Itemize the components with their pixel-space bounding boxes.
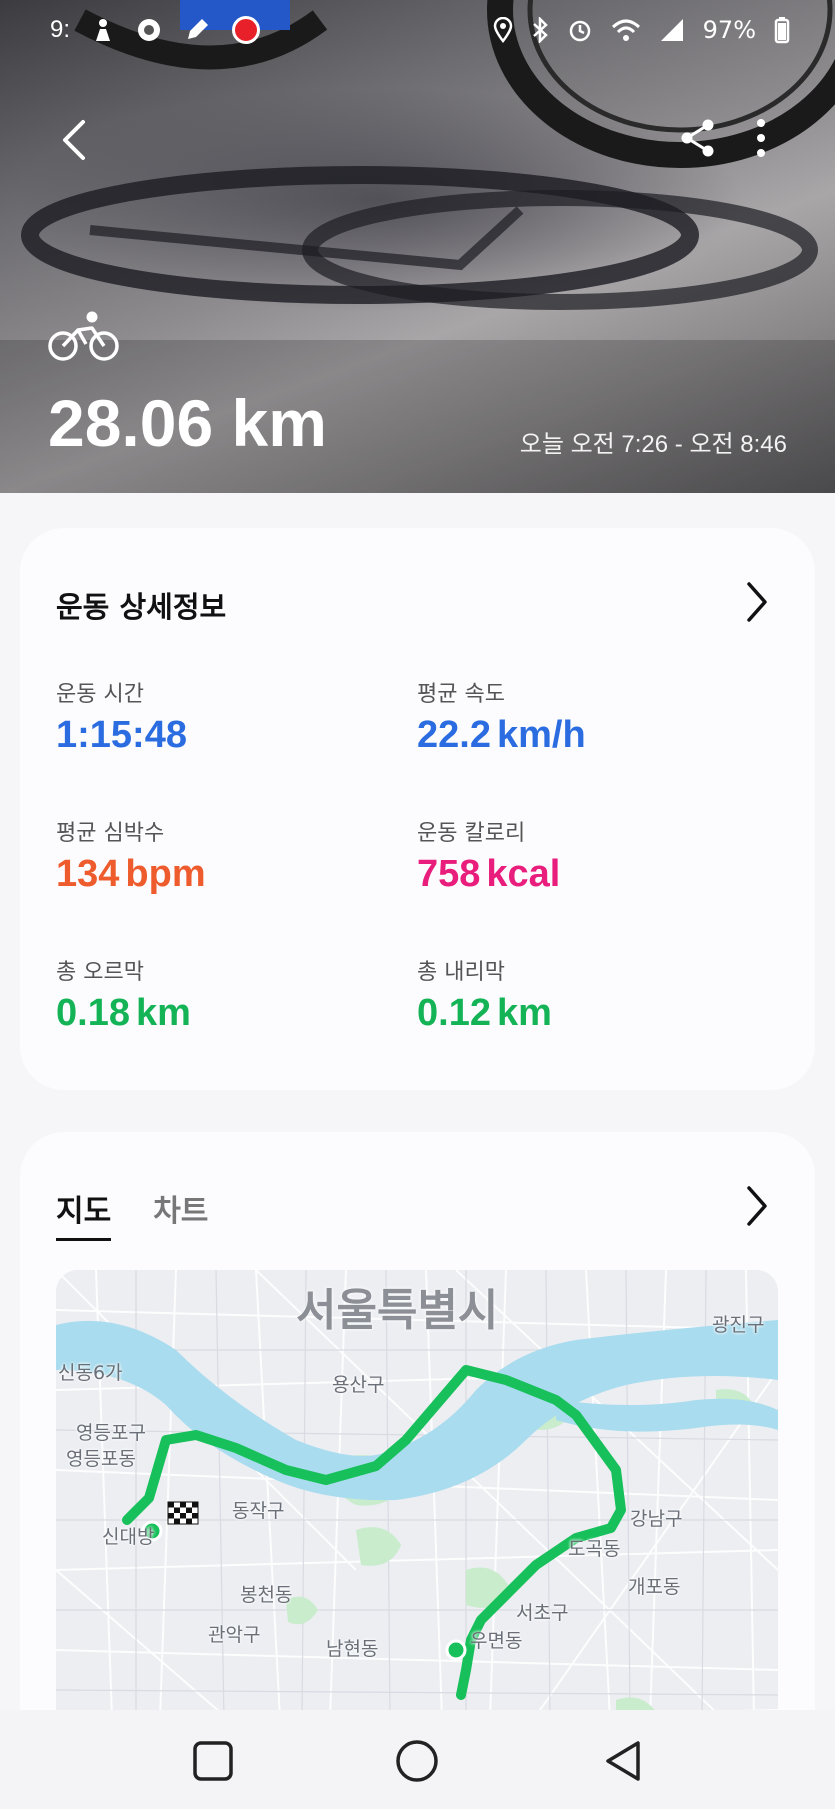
map-label: 도곡동	[568, 1538, 621, 1560]
map-label: 용산구	[332, 1374, 385, 1396]
cycling-icon	[48, 311, 119, 361]
map-label: 영등포구	[76, 1422, 146, 1444]
status-bar: 9: 97%	[0, 10, 835, 54]
stat-avg-speed: 평균 속도 22.2 km/h	[417, 676, 586, 757]
tab-chart[interactable]: 차트	[153, 1186, 208, 1241]
hero-banner: 9: 97% 28.06 km 오늘 오전 7:26 - 오전 8:46	[0, 0, 835, 493]
alarm-icon	[569, 20, 590, 42]
workout-details-card[interactable]: 운동 상세정보 운동 시간 1:15:48 평균 속도 22.2 km/h 평균 …	[20, 528, 815, 1090]
stat-value: 0.18 km	[56, 992, 191, 1034]
stat-label: 총 내리막	[417, 960, 505, 985]
map-label: 광진구	[712, 1314, 765, 1336]
map-chart-tabs: 지도 차트	[56, 1186, 208, 1241]
pen-icon	[188, 19, 209, 39]
stat-value: 0.12 km	[417, 992, 552, 1034]
circle-record-icon	[138, 19, 161, 41]
map-label: 우면동	[470, 1630, 523, 1652]
workout-time-range: 오늘 오전 7:26 - 오전 8:46	[519, 431, 787, 458]
stat-avg-heart-rate: 평균 심박수 134 bpm	[56, 815, 206, 896]
total-distance: 28.06 km	[48, 386, 327, 460]
stat-total-ascent: 총 오르막 0.18 km	[56, 954, 191, 1035]
stat-label: 총 오르막	[56, 960, 144, 985]
top-nav	[0, 110, 835, 170]
map-chart-card: 지도 차트 서울특별시 광진구 용산구 영등포구 영등포동 동작구 신대방 강남…	[20, 1132, 815, 1809]
wifi-icon	[611, 19, 640, 41]
home-icon[interactable]	[394, 1738, 440, 1784]
map-city-label: 서울특별시	[296, 1285, 499, 1336]
stat-calories: 운동 칼로리 758 kcal	[417, 815, 560, 896]
stat-value: 758 kcal	[417, 853, 561, 895]
map-label: 신동6가	[58, 1362, 123, 1384]
location-icon	[493, 17, 512, 43]
stat-label: 운동 시간	[56, 682, 144, 707]
status-time: 9:	[50, 16, 71, 43]
map-label: 영등포동	[66, 1448, 136, 1470]
bluetooth-icon	[532, 17, 548, 43]
back-icon[interactable]	[55, 118, 95, 162]
record-dot-icon	[232, 16, 261, 44]
recent-apps-icon[interactable]	[190, 1738, 236, 1784]
stat-label: 운동 칼로리	[417, 821, 526, 846]
map-label: 신대방	[102, 1526, 155, 1548]
system-nav-bar	[0, 1710, 835, 1809]
map-label: 남현동	[326, 1638, 379, 1660]
stat-value: 22.2 km/h	[417, 714, 586, 756]
stat-duration: 운동 시간 1:15:48	[56, 676, 187, 757]
stat-value: 1:15:48	[56, 714, 187, 756]
finish-flag-icon	[167, 1501, 199, 1525]
signal-icon	[660, 19, 683, 41]
map-label: 서초구	[516, 1602, 569, 1624]
back-nav-icon[interactable]	[600, 1738, 646, 1784]
battery-percent: 97%	[702, 16, 756, 44]
more-options-icon[interactable]	[745, 116, 777, 160]
map-label: 관악구	[208, 1624, 261, 1646]
stat-total-descent: 총 내리막 0.12 km	[417, 954, 552, 1035]
tab-map[interactable]: 지도	[56, 1186, 112, 1241]
share-icon[interactable]	[678, 116, 718, 160]
person-icon	[96, 19, 111, 41]
map-label: 봉천동	[240, 1584, 293, 1606]
chevron-right-icon[interactable]	[743, 580, 771, 624]
map-label: 동작구	[232, 1500, 285, 1522]
map-label: 강남구	[630, 1508, 683, 1530]
details-title: 운동 상세정보	[56, 590, 227, 624]
map-label: 개포동	[628, 1576, 681, 1598]
battery-icon	[774, 17, 790, 44]
stat-value: 134 bpm	[56, 853, 206, 895]
stat-label: 평균 속도	[417, 682, 505, 707]
chevron-right-icon[interactable]	[743, 1184, 771, 1228]
stat-label: 평균 심박수	[56, 821, 165, 846]
